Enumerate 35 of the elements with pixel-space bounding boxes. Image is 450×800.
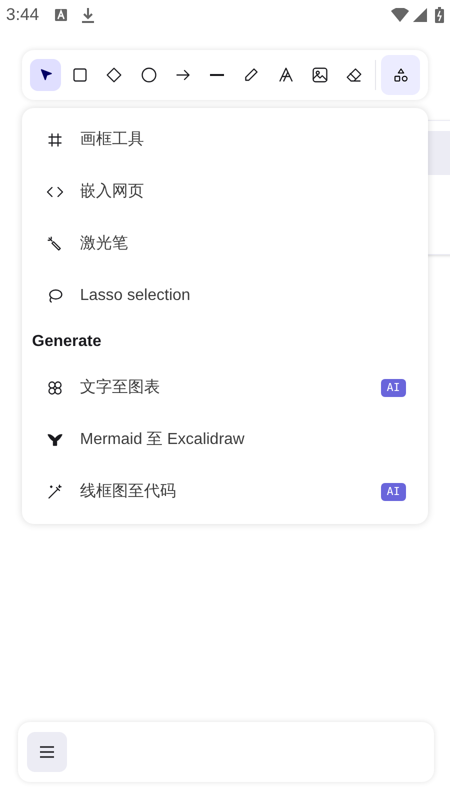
- more-shapes-button[interactable]: [380, 55, 420, 95]
- menu-item[interactable]: Mermaid 至 Excalidraw: [34, 414, 416, 466]
- section-title: Generate: [32, 332, 102, 352]
- laser-pen-icon: [46, 235, 64, 253]
- circle-icon: [140, 66, 158, 84]
- download-icon: [81, 7, 96, 23]
- battery-icon: [435, 7, 444, 23]
- brain-icon: [46, 379, 64, 397]
- menu-item[interactable]: 画框工具: [34, 114, 416, 166]
- tool-button[interactable]: [30, 59, 62, 91]
- wifi-icon: [391, 8, 409, 22]
- ai-badge: AI: [380, 482, 406, 502]
- ai-badge: AI: [380, 378, 406, 398]
- menu-item[interactable]: 文字至图表 AI: [34, 362, 416, 414]
- menu-item[interactable]: 激光笔: [34, 218, 416, 270]
- mermaid-tail-icon: [46, 431, 64, 449]
- menu-item[interactable]: 嵌入网页: [34, 166, 416, 218]
- menu-item[interactable]: Lasso selection: [34, 270, 416, 322]
- clock: 3:44: [6, 4, 40, 26]
- diamond-icon: [105, 66, 124, 84]
- letter-icon: [276, 66, 295, 84]
- hash-icon: [46, 131, 64, 149]
- shapes-icon: [392, 67, 408, 83]
- menu-item[interactable]: 线框图至代码 AI: [34, 466, 416, 518]
- menu-icon: [39, 746, 55, 758]
- image-icon: [311, 66, 330, 84]
- signal-icon: [413, 8, 427, 22]
- eraser-icon: [345, 66, 364, 84]
- pencil-icon: [242, 66, 260, 84]
- rectangle-icon: [70, 66, 89, 84]
- notification-icon: [55, 9, 68, 21]
- line-icon: [210, 74, 224, 76]
- menu-button[interactable]: [27, 732, 67, 772]
- lasso-icon: [46, 287, 64, 305]
- magic-wand-icon: [46, 483, 64, 501]
